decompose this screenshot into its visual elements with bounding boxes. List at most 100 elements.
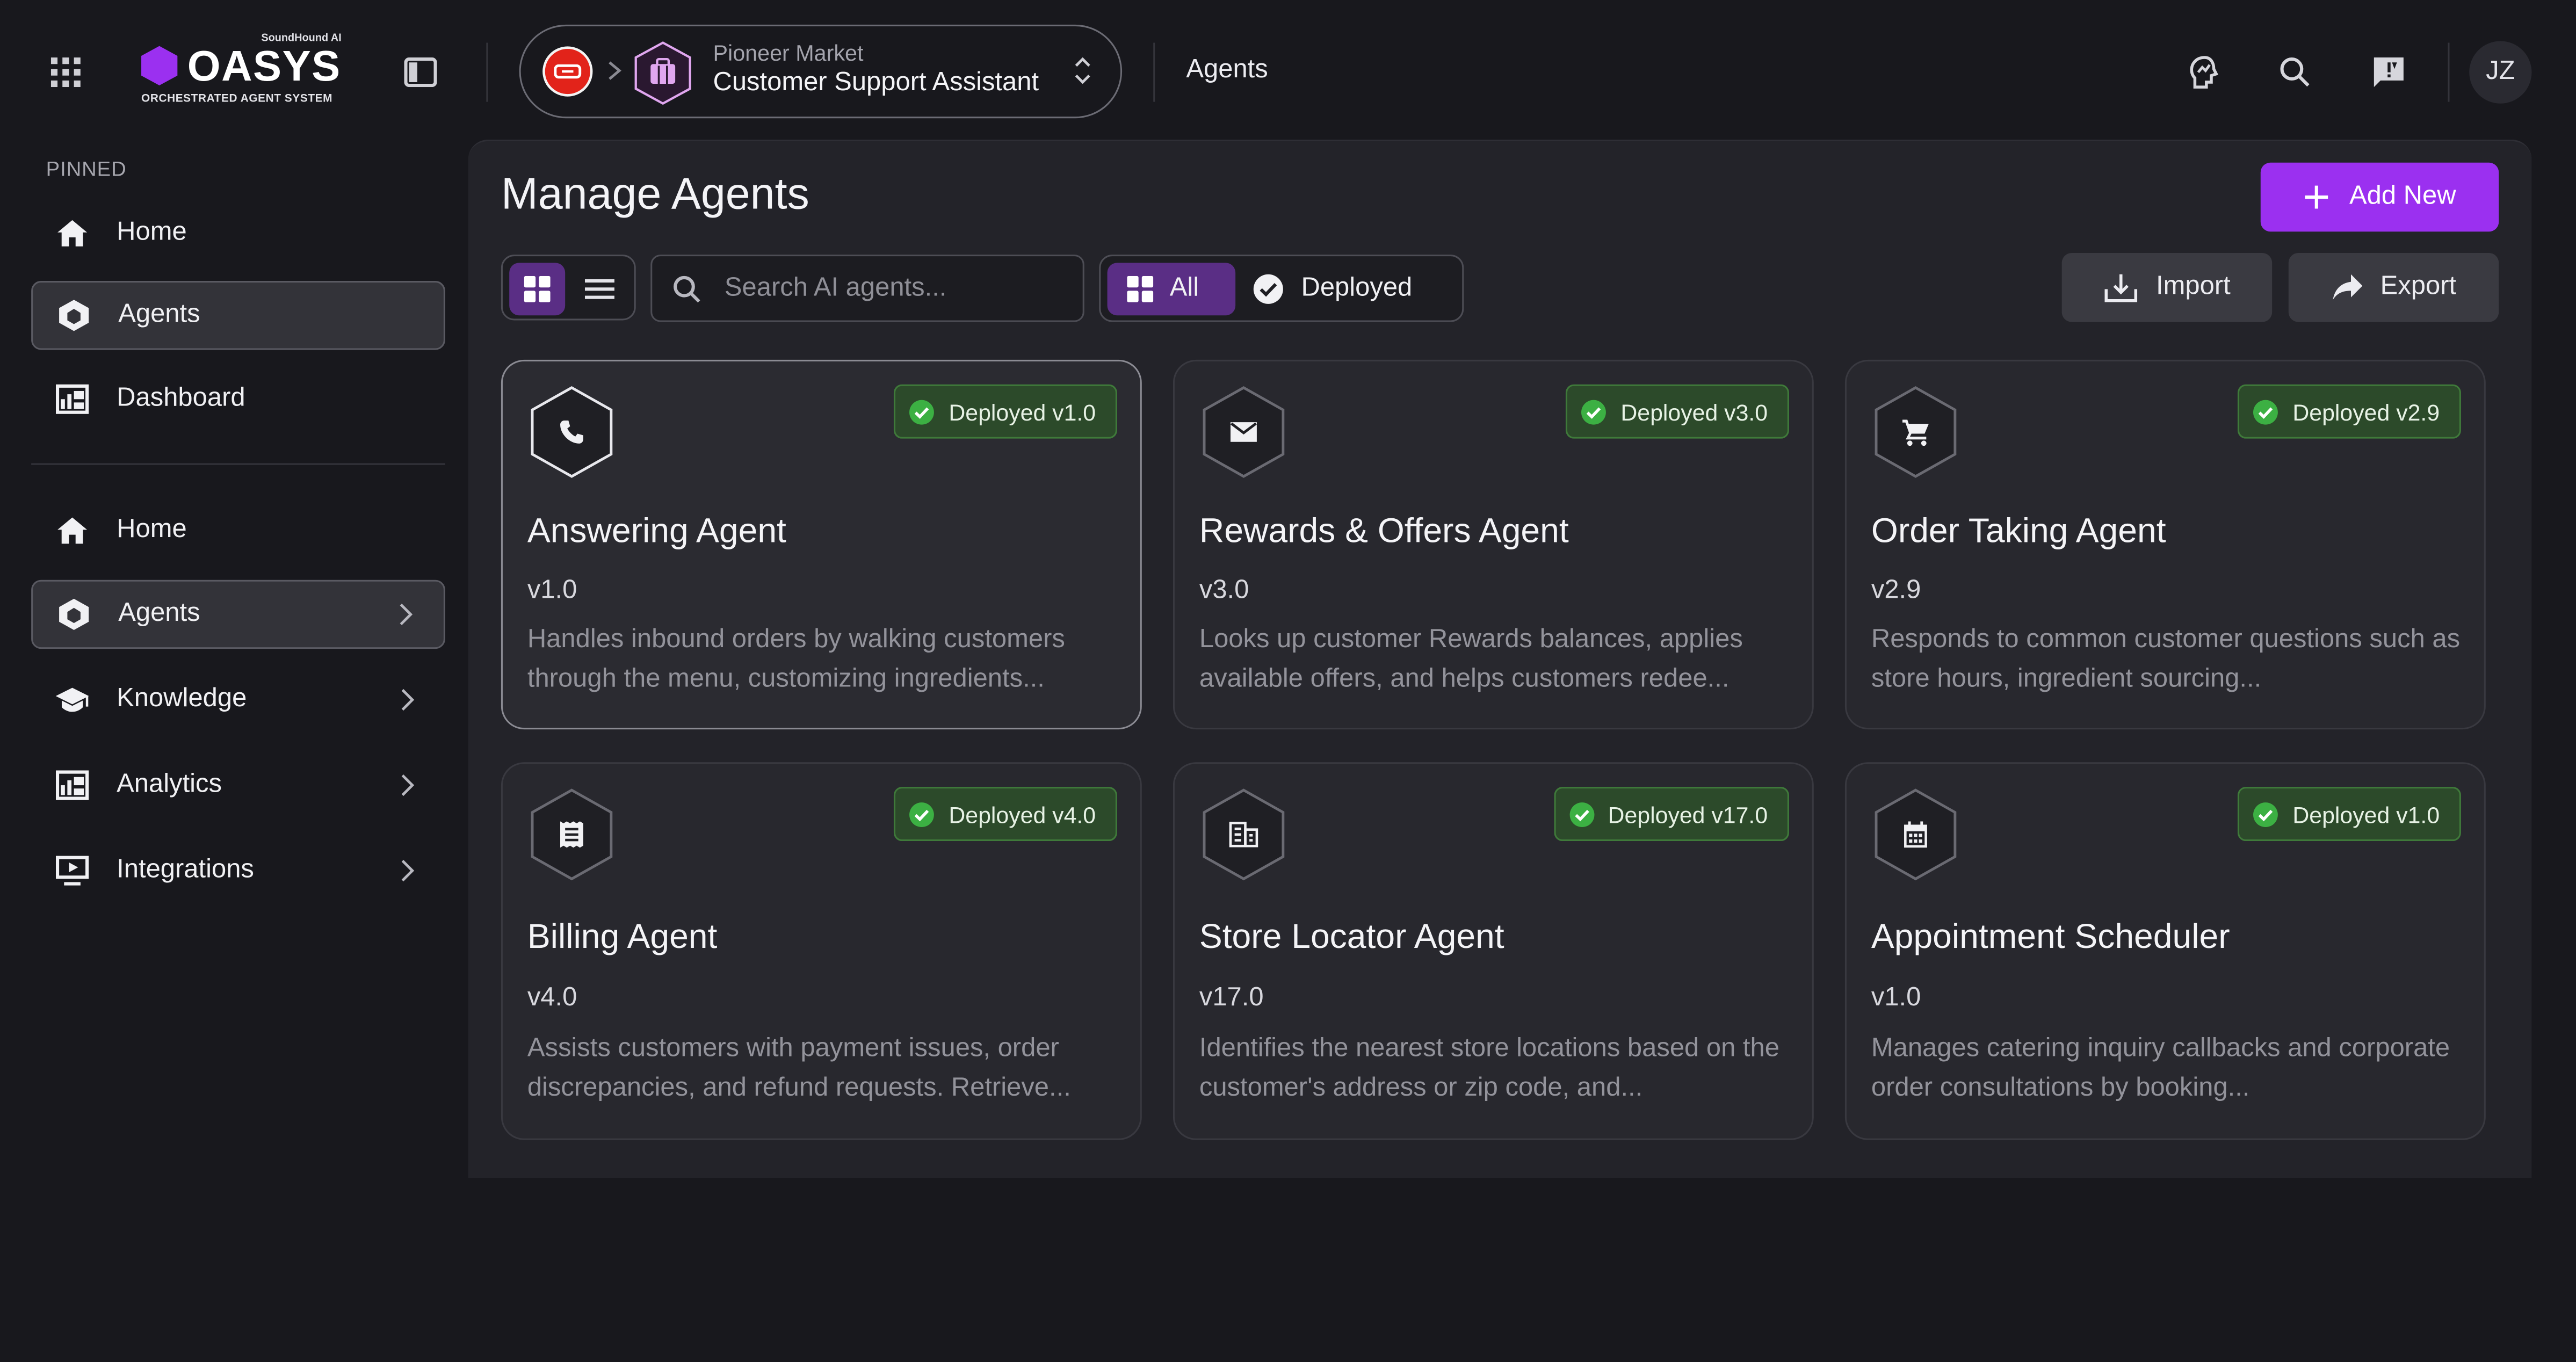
receipt-icon [527,787,616,882]
chevron-right-icon [399,772,425,799]
page-title: Manage Agents [501,169,809,219]
agent-icon-badge [527,787,616,882]
agent-card[interactable]: Deployed v3.0 Rewards & Offers Agent v3.… [1173,359,1814,730]
cart-icon [1871,385,1960,480]
nav-label: Dashboard [117,384,245,412]
search-icon [674,275,700,302]
nav-label: Home [117,218,187,247]
analytics-icon [54,767,90,803]
topbar-divider [486,42,488,102]
filter-all-button[interactable]: All [1107,263,1236,316]
sidebar-item-agents[interactable]: Agents [31,579,445,649]
nav-label: Agents [118,300,200,329]
nav-label: Home [117,516,187,544]
assistant-name: Customer Support Assistant [713,69,1039,97]
agent-version: v3.0 [1199,576,1249,605]
status-badge-label: Deployed v1.0 [949,398,1096,425]
pinned-item-home[interactable]: Home [31,199,445,267]
logo-wordmark: OASYS [187,41,341,91]
agent-card[interactable]: Deployed v4.0 Billing Agent v4.0 Assists… [501,762,1142,1140]
status-badge-label: Deployed v17.0 [1608,801,1768,828]
sidebar-item-knowledge[interactable]: Knowledge [31,665,445,734]
plus-icon [2305,185,2328,209]
agents-icon [56,596,92,632]
briefcase-icon [634,41,691,105]
logo-hexagon-icon [141,46,178,86]
topbar-divider [2448,42,2450,102]
list-view-button[interactable] [571,263,627,315]
phone-icon [527,385,616,480]
agent-description: Manages catering inquiry callbacks and c… [1871,1034,2450,1102]
agent-version: v17.0 [1199,984,1264,1012]
project-name: Pioneer Market [713,41,864,66]
pinned-item-dashboard[interactable]: Dashboard [31,365,445,433]
agent-name: Order Taking Agent [1871,512,2166,550]
grid-view-button[interactable] [509,263,566,316]
knowledge-icon [54,682,90,718]
topbar-divider [1153,42,1155,102]
check-circle-icon [2254,801,2279,827]
pinned-item-agents[interactable]: Agents [31,281,445,350]
project-switcher[interactable]: Pioneer Market Customer Support Assistan… [519,24,1123,119]
logo-tagline: ORCHESTRATED AGENT SYSTEM [141,93,333,105]
chevron-right-icon [399,858,425,884]
status-filter: All Deployed [1099,255,1464,322]
status-badge: Deployed v3.0 [1566,384,1789,439]
agent-description: Responds to common customer questions su… [1871,626,2461,693]
agent-description: Handles inbound orders by walking custom… [527,626,1065,693]
agent-name: Billing Agent [527,918,718,957]
agent-description: Identifies the nearest store locations b… [1199,1034,1779,1102]
insights-icon[interactable] [2177,45,2233,100]
feedback-icon[interactable] [2361,45,2416,100]
export-button[interactable]: Export [2288,253,2499,322]
filter-all-label: All [1169,274,1199,302]
unfold-icon[interactable] [1071,53,1094,89]
agent-version: v2.9 [1871,576,1921,605]
chevron-right-icon [397,601,424,627]
filter-deployed-label: Deployed [1301,274,1413,302]
chevron-right-icon [399,687,425,713]
agent-card[interactable]: Deployed v1.0 Answering Agent v1.0 Handl… [501,359,1142,730]
status-badge: Deployed v1.0 [2238,787,2461,842]
import-button[interactable]: Import [2061,253,2273,322]
calendar-icon [1871,787,1960,882]
status-badge-label: Deployed v2.9 [2292,398,2440,425]
project-logo-icon [542,46,593,97]
nav-label: Knowledge [117,685,247,713]
search-box[interactable] [650,255,1084,322]
agent-card[interactable]: Deployed v17.0 Store Locator Agent v17.0… [1173,762,1814,1140]
sidebar-item-home[interactable]: Home [31,496,445,565]
import-icon [2105,274,2138,302]
dashboard-icon [54,381,90,417]
building-icon [1199,787,1288,882]
home-icon [54,215,90,251]
avatar[interactable]: JZ [2469,41,2532,104]
agent-name: Answering Agent [527,512,786,550]
agent-icon-badge [1871,385,1960,480]
chevron-right-icon [609,61,621,80]
search-icon[interactable] [2267,45,2323,100]
sidebar-item-integrations[interactable]: Integrations [31,836,445,905]
nav-label: Agents [118,599,200,628]
sidebar-item-analytics[interactable]: Analytics [31,751,445,820]
sidebar-divider [31,463,445,465]
sidebar-toggle-icon[interactable] [393,45,448,100]
apps-grid-icon[interactable] [38,45,93,100]
export-label: Export [2380,272,2457,301]
pinned-section-label: PINNED [46,157,127,181]
agent-card[interactable]: Deployed v2.9 Order Taking Agent v2.9 Re… [1844,359,2486,730]
status-badge: Deployed v4.0 [894,787,1117,842]
add-new-button[interactable]: Add New [2260,162,2499,232]
check-circle-icon [910,399,935,424]
status-badge-label: Deployed v4.0 [949,801,1096,828]
current-page-label: Agents [1186,55,1268,84]
check-circle-icon [1569,801,1594,827]
import-label: Import [2156,272,2231,301]
agent-icon-badge [1199,385,1288,480]
search-input[interactable] [721,272,1057,305]
filter-deployed-button[interactable]: Deployed [1252,263,1413,315]
agent-version: v4.0 [527,984,577,1012]
agent-card[interactable]: Deployed v1.0 Appointment Scheduler v1.0… [1844,762,2486,1140]
oasys-logo[interactable]: SoundHound AI OASYS ORCHESTRATED AGENT S… [140,33,353,112]
agent-name: Appointment Scheduler [1871,918,2230,957]
